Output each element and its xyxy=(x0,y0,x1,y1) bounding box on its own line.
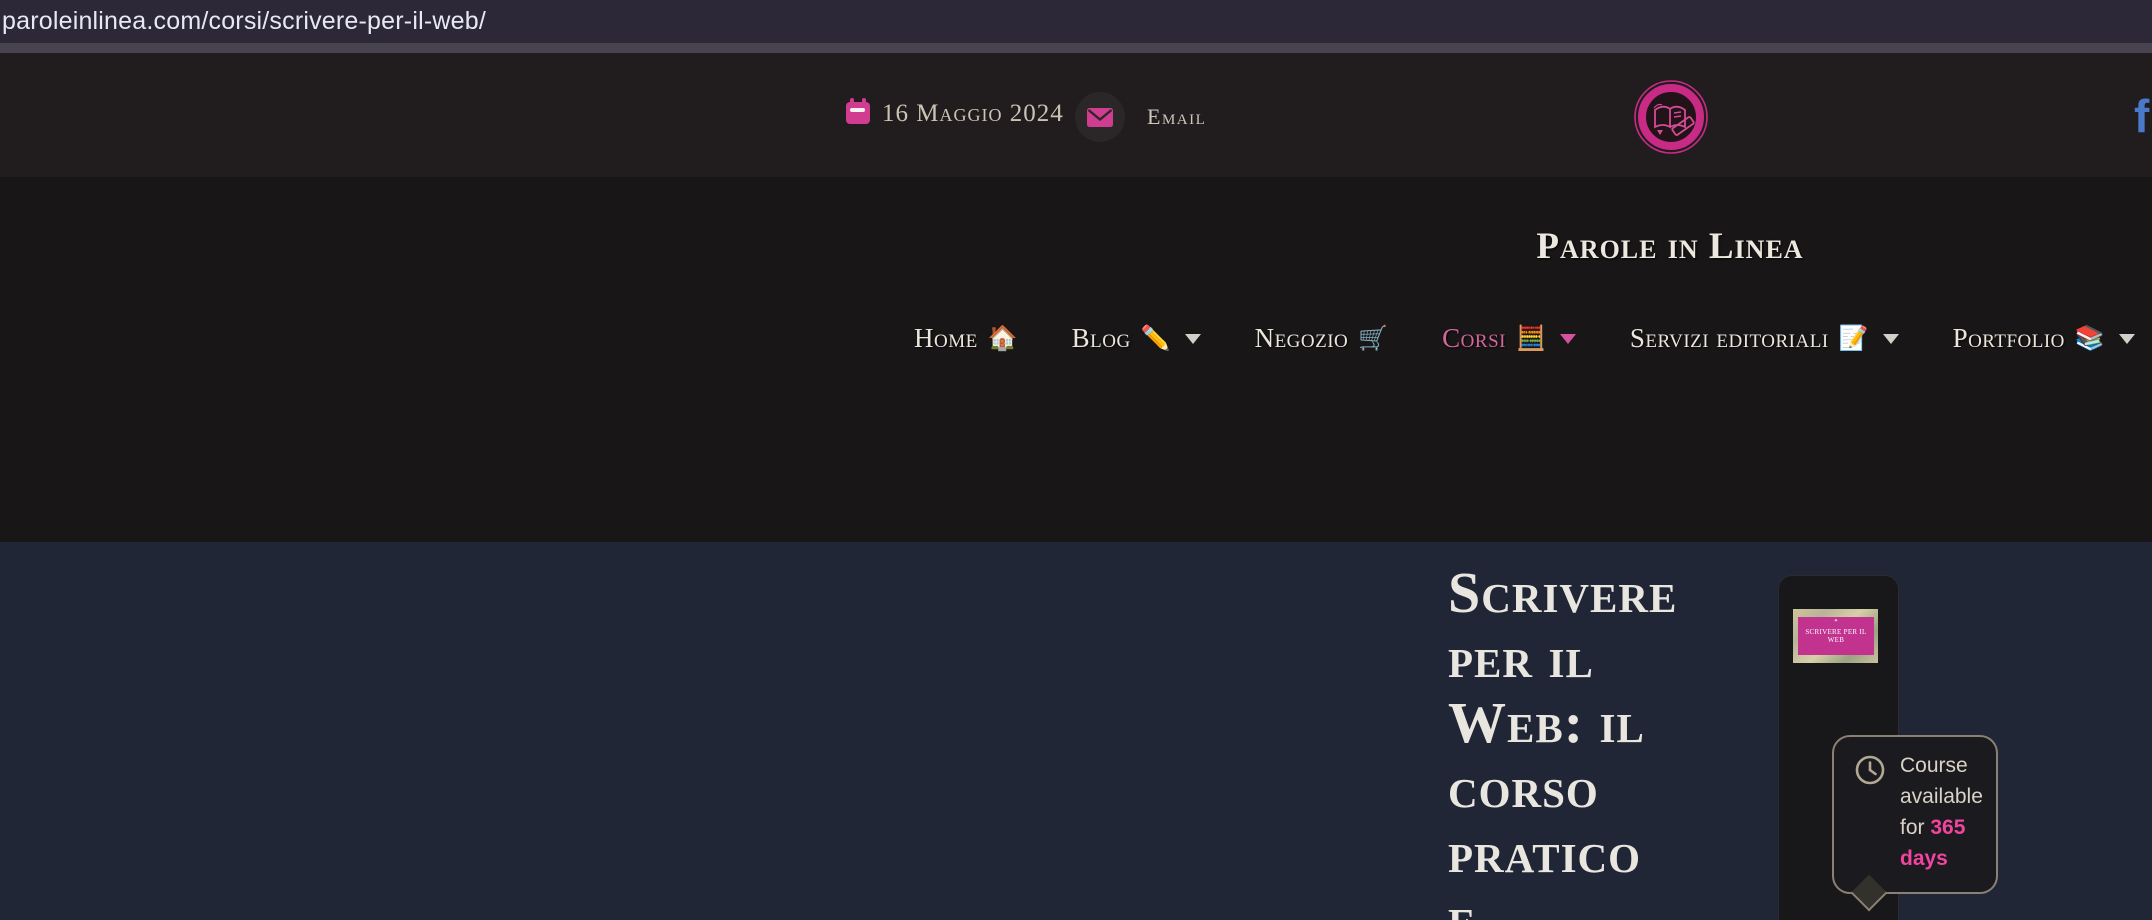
course-thumbnail-title: Scrivere per il Web xyxy=(1805,628,1867,644)
page-title: Scrivere per il Web: il corso pratico e xyxy=(1448,560,1677,920)
course-thumbnail[interactable]: Scrivere per il Web xyxy=(1793,609,1878,663)
heading-line: Scrivere xyxy=(1448,560,1678,625)
calendar-icon xyxy=(846,98,870,124)
envelope-icon xyxy=(1087,107,1113,127)
course-availability-tooltip: Course available for 365 days xyxy=(1832,735,2000,912)
top-header: 16 Maggio 2024 Email f xyxy=(0,53,2152,177)
heading-line: corso xyxy=(1448,755,1599,820)
site-logo-icon[interactable] xyxy=(1634,80,1708,154)
browser-url-bar[interactable]: paroleinlinea.com/corsi/scrivere-per-il-… xyxy=(0,0,2152,43)
main-content: Scrivere per il Web: il corso pratico e … xyxy=(0,542,2152,920)
heading-line: per il xyxy=(1448,625,1594,690)
course-thumbnail-cover: Scrivere per il Web xyxy=(1798,617,1874,655)
menu-label: Portfolio xyxy=(1952,323,2065,353)
menu-item-corsi[interactable]: Corsi 🧮 xyxy=(1442,323,1576,354)
cart-icon: 🛒 xyxy=(1358,324,1389,352)
menu-label: Corsi xyxy=(1442,323,1506,353)
site-title[interactable]: Parole in Linea xyxy=(1350,225,1990,268)
menu-item-negozio[interactable]: Negozio 🛒 xyxy=(1255,323,1389,354)
menu-label: Negozio xyxy=(1254,323,1349,353)
tooltip-text: Course available for 365 days xyxy=(1900,750,2000,874)
memo-icon: 📝 xyxy=(1838,324,1869,352)
main-menu: Home 🏠 Blog ✏️ Negozio 🛒 Corsi 🧮 Servizi… xyxy=(914,323,2135,354)
email-link[interactable] xyxy=(1075,92,1125,142)
email-label[interactable]: Email xyxy=(1147,104,1206,130)
menu-item-servizi-editoriali[interactable]: Servizi editoriali 📝 xyxy=(1630,323,1899,354)
url-text[interactable]: paroleinlinea.com/corsi/scrivere-per-il-… xyxy=(2,7,486,36)
menu-item-home[interactable]: Home 🏠 xyxy=(914,323,1018,354)
clock-icon xyxy=(1855,755,1885,785)
heading-line: e xyxy=(1448,885,1477,920)
books-icon: 📚 xyxy=(2074,324,2105,352)
pencil-icon: ✏️ xyxy=(1140,324,1171,352)
page: paroleinlinea.com/corsi/scrivere-per-il-… xyxy=(0,0,2152,920)
abacus-icon: 🧮 xyxy=(1515,324,1546,352)
menu-label: Home xyxy=(914,323,978,353)
menu-item-portfolio[interactable]: Portfolio 📚 xyxy=(1953,323,2135,354)
browser-toolbar-strip xyxy=(0,43,2152,53)
chevron-down-icon xyxy=(1559,333,1576,344)
facebook-icon[interactable]: f xyxy=(2134,89,2149,143)
chevron-down-icon xyxy=(1184,333,1201,344)
home-icon: 🏠 xyxy=(987,324,1018,352)
nav-band: Parole in Linea Home 🏠 Blog ✏️ Negozio 🛒… xyxy=(0,177,2152,542)
menu-item-blog[interactable]: Blog ✏️ xyxy=(1072,323,1201,354)
chevron-down-icon xyxy=(2118,333,2135,344)
menu-label: Blog xyxy=(1071,323,1131,353)
menu-label: Servizi editoriali xyxy=(1629,323,1829,353)
current-date: 16 Maggio 2024 xyxy=(882,100,1064,127)
heading-line: Web: il xyxy=(1448,690,1645,755)
chevron-down-icon xyxy=(1882,333,1899,344)
heading-line: pratico xyxy=(1448,820,1642,885)
